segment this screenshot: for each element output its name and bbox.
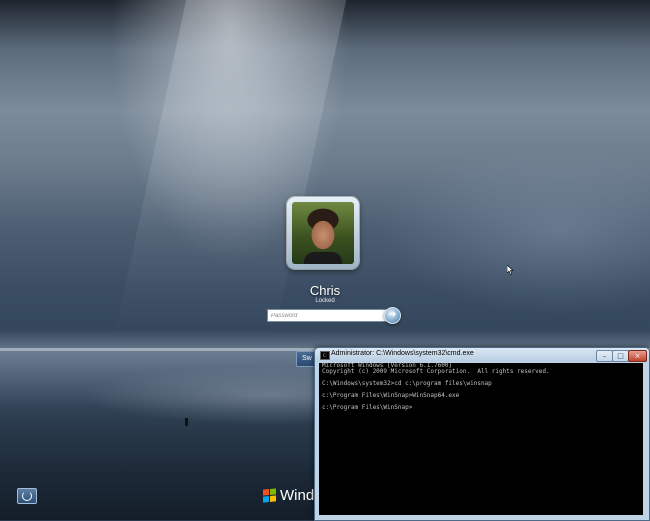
cmd-app-icon[interactable]: C: <box>320 351 330 360</box>
avatar <box>292 202 354 264</box>
password-input[interactable] <box>267 309 387 322</box>
user-tile[interactable] <box>287 197 359 269</box>
user-name: Chris <box>309 283 341 298</box>
buoy <box>185 418 188 426</box>
minimize-button[interactable]: – <box>596 350 613 362</box>
console-line: c:\Program Files\WinSnap> <box>322 404 413 411</box>
arrow-right-icon: ➜ <box>388 310 397 320</box>
close-button[interactable]: × <box>628 350 647 362</box>
avatar-shirt <box>304 252 342 264</box>
cmd-titlebar[interactable]: C: Administrator: C:\Windows\system32\cm… <box>315 348 649 362</box>
mouse-cursor-icon <box>507 265 514 275</box>
ease-of-access-button[interactable] <box>17 488 37 504</box>
windows-logo-icon <box>263 488 276 503</box>
cmd-console[interactable]: Microsoft Windows [Version 6.1.7600] Cop… <box>319 363 643 515</box>
cmd-title: Administrator: C:\Windows\system32\cmd.e… <box>331 350 474 357</box>
user-status: Locked <box>315 298 335 304</box>
submit-button[interactable]: ➜ <box>384 307 401 324</box>
maximize-button[interactable]: □ <box>612 350 629 362</box>
ease-of-access-icon <box>22 491 32 501</box>
cmd-window[interactable]: C: Administrator: C:\Windows\system32\cm… <box>314 347 650 521</box>
